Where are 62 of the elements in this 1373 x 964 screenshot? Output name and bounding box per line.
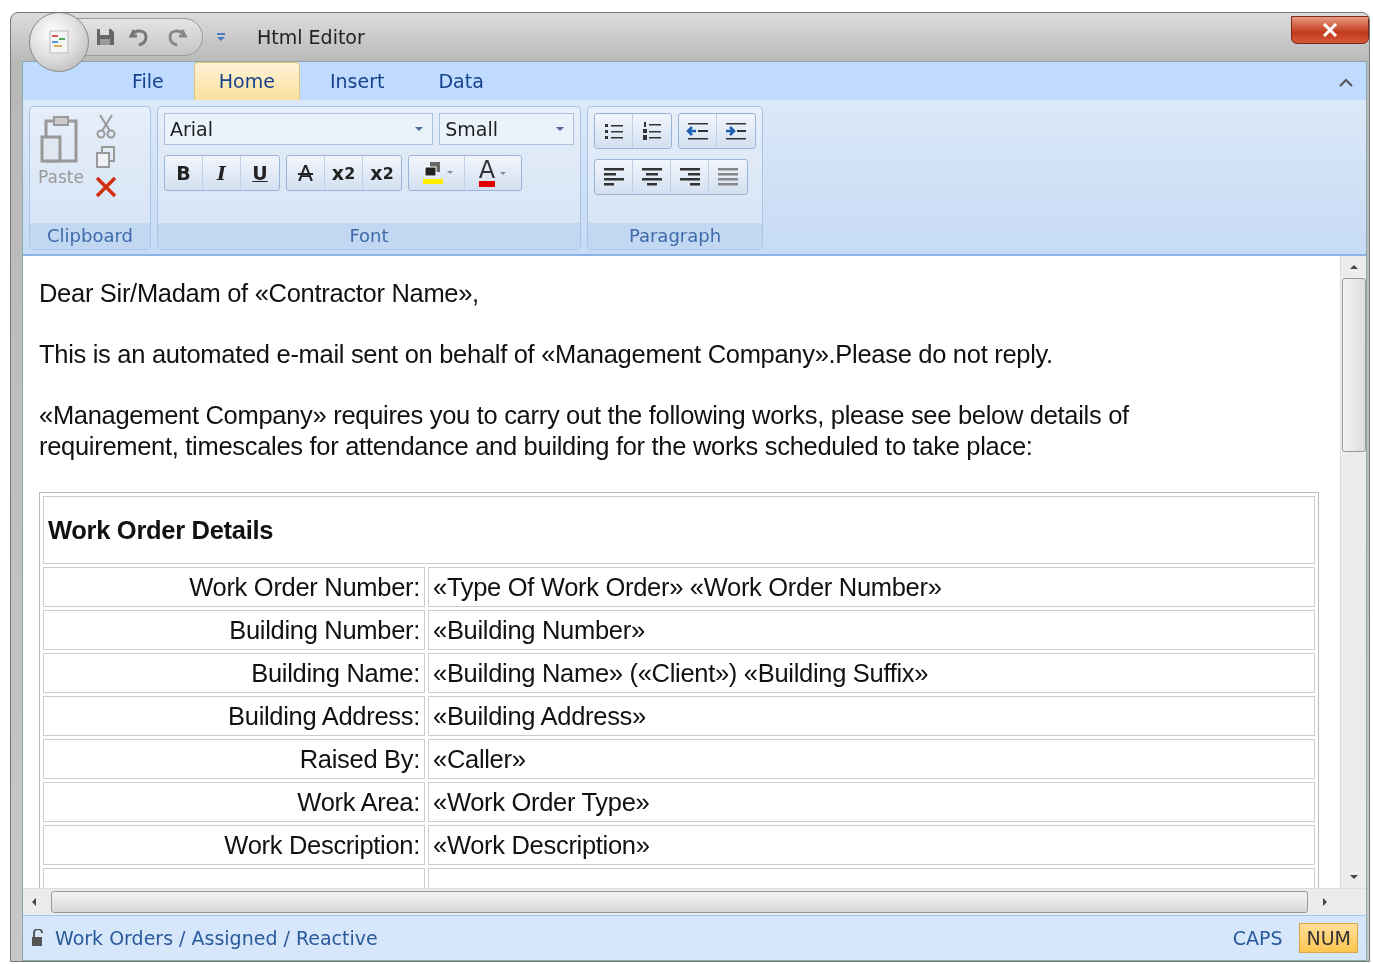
- bullet-list-icon: [602, 121, 625, 141]
- close-icon: [1322, 23, 1338, 37]
- table-heading: Work Order Details: [43, 496, 1315, 564]
- ribbon-tab[interactable]: Home: [193, 62, 300, 100]
- alignment-icon: [677, 166, 702, 188]
- ribbon-tab[interactable]: Data: [414, 63, 508, 100]
- horizontal-scrollbar[interactable]: [23, 888, 1366, 915]
- scroll-thumb[interactable]: [51, 891, 1308, 913]
- alignment-icon: [716, 166, 740, 188]
- dropdown-arrow-icon: [499, 170, 508, 176]
- field-value-cell: «Building Address»: [428, 696, 1315, 736]
- save-icon[interactable]: [94, 26, 116, 48]
- key-indicator: NUM: [1299, 923, 1358, 953]
- alignment-icon: [601, 166, 626, 188]
- window-title: Html Editor: [257, 26, 365, 48]
- field-value-cell: «Building Number»: [428, 610, 1315, 650]
- field-value-cell: «Caller»: [428, 739, 1315, 779]
- field-label-cell: Building Number:: [43, 610, 425, 650]
- italic-button[interactable]: I: [203, 156, 241, 190]
- breadcrumb-path: Work Orders / Assigned / Reactive: [55, 927, 378, 949]
- close-button[interactable]: [1291, 16, 1369, 44]
- font-color-button[interactable]: A: [465, 156, 521, 190]
- ribbon-tab[interactable]: Insert: [305, 63, 409, 100]
- strikethrough-button[interactable]: A: [287, 156, 325, 190]
- vertical-scrollbar[interactable]: [1340, 256, 1366, 888]
- paragraph: This is an automated e-mail sent on behalf of «Management Company».Please do not reply.: [39, 339, 1054, 370]
- alignment-icon: [639, 166, 664, 188]
- numbered-list-icon: [641, 121, 663, 141]
- field-value-cell: «Building Name» («Client») «Building Suffix»: [428, 653, 1315, 693]
- paragraph: Dear Sir/Madam of «Contractor Name»,: [39, 278, 480, 309]
- unlocked-padlock-icon: [31, 929, 45, 947]
- outdent-icon: [685, 121, 710, 141]
- field-label-cell: Building Name:: [43, 653, 425, 693]
- field-label-cell: Work Order Number:: [43, 567, 425, 607]
- ribbon-tab[interactable]: File: [108, 63, 188, 100]
- scroll-down-icon[interactable]: [1348, 874, 1359, 880]
- field-label-cell: Work Description:: [43, 825, 425, 865]
- font-family-dropdown[interactable]: Arial: [164, 113, 434, 145]
- underline-button[interactable]: U: [241, 156, 279, 190]
- dropdown-arrow-icon: [555, 126, 565, 132]
- dropdown-arrow-icon: [414, 126, 425, 132]
- scroll-thumb[interactable]: [1341, 278, 1366, 452]
- field-value-cell: «Work Order Type»: [428, 782, 1315, 822]
- bold-button[interactable]: B: [165, 156, 203, 190]
- field-value-cell: «Type Of Work Order» «Work Order Number»: [428, 567, 1315, 607]
- field-label-cell: Work Area:: [43, 782, 425, 822]
- scroll-left-icon[interactable]: [31, 897, 37, 907]
- delete-icon[interactable]: [94, 175, 118, 199]
- indent-icon: [724, 121, 748, 141]
- group-label: Paragraph: [588, 223, 762, 249]
- field-value-cell: «Work Description»: [428, 825, 1315, 865]
- font-size-dropdown[interactable]: Small: [439, 113, 574, 145]
- field-label-cell: Raised By:: [43, 739, 425, 779]
- field-label-cell: Building Address:: [43, 696, 425, 736]
- group-label: Clipboard: [30, 223, 150, 249]
- scroll-up-icon[interactable]: [1348, 264, 1359, 270]
- customize-dropdown-icon[interactable]: [215, 31, 227, 43]
- scroll-right-icon[interactable]: [1322, 897, 1328, 907]
- group-label: Font: [158, 223, 580, 249]
- key-indicator: CAPS: [1231, 926, 1284, 951]
- paragraph: «Management Company» requires you to carry out the following works, please see below details of requirement, timescales for attendance and building for the works scheduled to take place:: [39, 400, 1130, 462]
- collapse-ribbon-icon[interactable]: [1338, 78, 1354, 88]
